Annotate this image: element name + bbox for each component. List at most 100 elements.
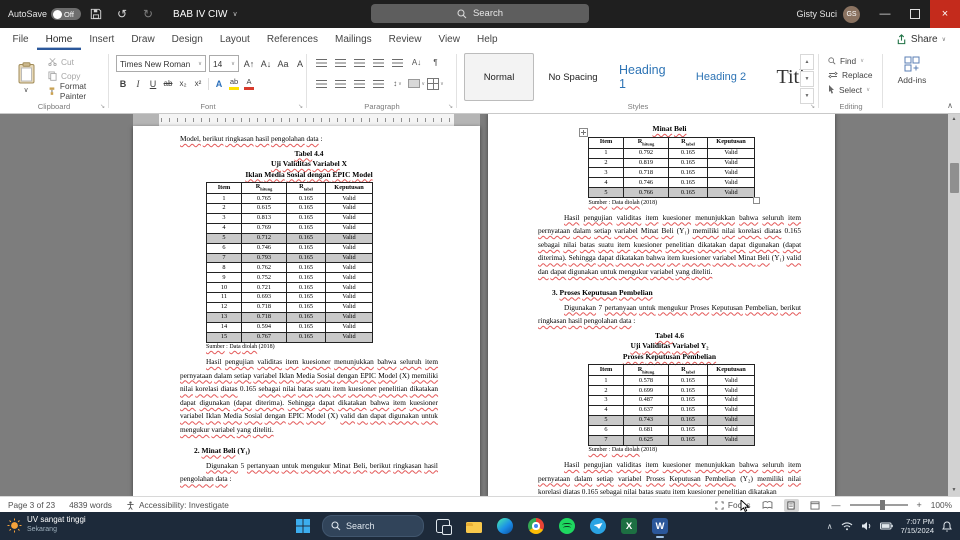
battery-icon[interactable]: [879, 522, 893, 530]
wifi-icon[interactable]: [841, 521, 853, 531]
styles-gallery-up-button[interactable]: ▲: [800, 54, 814, 70]
zoom-slider-thumb[interactable]: [879, 500, 885, 510]
tab-references[interactable]: References: [258, 28, 326, 50]
titlebar-search[interactable]: Search: [371, 4, 589, 23]
page-4[interactable]: Minat Beli Item Rhitung Rtabel Keputusan 1 0.7…: [488, 113, 835, 496]
table-caption[interactable]: Minat Beli: [538, 124, 801, 135]
taskbar-clock[interactable]: 7:07 PM 7/15/2024: [901, 517, 934, 536]
paragraph[interactable]: Hasil pengujian validitas item kuesioner…: [538, 211, 801, 279]
align-right-button[interactable]: [351, 76, 368, 91]
close-button[interactable]: ×: [930, 0, 960, 28]
table-row[interactable]: 8 0.762 0.165 Valid: [206, 262, 373, 274]
zoom-level[interactable]: 100%: [931, 500, 952, 510]
tab-file[interactable]: File: [4, 28, 37, 50]
web-layout-button[interactable]: [808, 499, 823, 512]
table-row[interactable]: 2 0.615 0.165 Valid: [206, 203, 373, 215]
tab-review[interactable]: Review: [380, 28, 430, 50]
taskbar-excel-icon[interactable]: X: [618, 514, 640, 538]
multilevel-list-button[interactable]: [351, 55, 368, 70]
hidden-icons-chevron[interactable]: ∧: [827, 522, 833, 531]
increase-indent-button[interactable]: [389, 55, 406, 70]
font-size-select[interactable]: 14 ∨: [209, 55, 239, 72]
autosave-pill[interactable]: Off: [51, 8, 82, 20]
borders-button[interactable]: ∨: [427, 76, 444, 91]
font-dialog-launcher[interactable]: ↘: [298, 103, 303, 110]
select-button[interactable]: Select ∨: [828, 84, 872, 95]
scroll-up-arrow-icon[interactable]: ▲: [948, 113, 960, 125]
table-row[interactable]: 14 0.594 0.165 Valid: [206, 321, 373, 333]
superscript-button[interactable]: x²: [191, 76, 205, 91]
style-heading-2[interactable]: Heading 2: [686, 53, 756, 101]
table-move-handle[interactable]: [579, 127, 588, 137]
taskbar-spotify-icon[interactable]: [556, 514, 578, 538]
notifications-bell-icon[interactable]: [942, 520, 952, 532]
tab-draw[interactable]: Draw: [123, 28, 163, 50]
widgets-button[interactable]: UV sangat tinggi Sekarang: [7, 515, 86, 535]
maximize-button[interactable]: [900, 0, 930, 28]
read-mode-button[interactable]: [760, 499, 775, 512]
taskbar-telegram-icon[interactable]: [587, 514, 609, 538]
style-no-spacing[interactable]: No Spacing: [538, 53, 608, 101]
taskbar-chrome-icon[interactable]: [525, 514, 547, 538]
find-button[interactable]: Find ∨: [828, 55, 872, 66]
taskbar-search[interactable]: Search: [322, 515, 424, 537]
accessibility-status[interactable]: Accessibility: Investigate: [126, 500, 229, 510]
align-center-button[interactable]: [332, 76, 349, 91]
tab-insert[interactable]: Insert: [81, 28, 123, 50]
taskbar-file-explorer-icon[interactable]: [463, 514, 485, 538]
strikethrough-button[interactable]: ab: [161, 76, 175, 91]
section-heading[interactable]: 2. Minat Beli (Y₁): [194, 445, 438, 456]
print-layout-button[interactable]: [783, 498, 799, 512]
save-button[interactable]: [85, 2, 107, 26]
font-family-select[interactable]: Times New Roman ∨: [116, 55, 206, 72]
validity-table[interactable]: Item Rhitung Rtabel Keputusan 1 0.765 0.165 Val…: [206, 182, 373, 343]
table-row[interactable]: 4 0.637 0.165 Valid: [588, 405, 755, 416]
change-case-button[interactable]: Aa: [276, 56, 290, 71]
table-row[interactable]: 9 0.752 0.165 Valid: [206, 272, 373, 284]
table-row[interactable]: 1 0.578 0.165 Valid: [588, 375, 755, 387]
highlight-button[interactable]: ab: [227, 76, 241, 91]
table-row[interactable]: 13 0.718 0.165 Valid: [206, 311, 373, 323]
table-row[interactable]: 2 0.819 0.165 Valid: [588, 157, 755, 169]
validity-table[interactable]: Item Rhitung Rtabel Keputusan 1 0.578 0.165 Val…: [588, 364, 755, 446]
tab-layout[interactable]: Layout: [211, 28, 258, 50]
clear-formatting-button[interactable]: A: [293, 56, 307, 71]
font-color-button[interactable]: A: [242, 76, 256, 91]
share-button[interactable]: Share ∨: [890, 31, 952, 47]
minimize-button[interactable]: —: [870, 0, 900, 28]
table-row[interactable]: 6 0.746 0.165 Valid: [206, 242, 373, 254]
table-row[interactable]: 1 0.765 0.165 Valid: [206, 193, 373, 205]
table-row[interactable]: 5 0.766 0.165 Valid: [588, 187, 755, 199]
table-row[interactable]: 4 0.769 0.165 Valid: [206, 222, 373, 234]
shrink-font-button[interactable]: A↓: [259, 56, 273, 71]
scrollbar-thumb[interactable]: [949, 163, 959, 193]
justify-button[interactable]: [370, 76, 387, 91]
table-resize-handle[interactable]: [753, 197, 760, 205]
scroll-down-arrow-icon[interactable]: ▼: [948, 484, 960, 496]
table-caption[interactable]: Tabel 4.6 Uji Validitas Variabel Y₂ Proses…: [538, 331, 801, 363]
paragraph[interactable]: Hasil pengujian validitas item kuesioner…: [180, 355, 438, 437]
table-caption[interactable]: Tabel 4.4 Uji Validitas Variabel X Iklan M…: [180, 149, 438, 181]
taskbar-task-view-icon[interactable]: [432, 514, 454, 538]
style-heading-1[interactable]: Heading 1: [612, 53, 682, 101]
autosave-toggle[interactable]: AutoSave Off: [8, 8, 82, 20]
show-formatting-marks-button[interactable]: ¶: [427, 55, 444, 70]
replace-button[interactable]: Replace: [828, 70, 872, 81]
table-row[interactable]: 3 0.813 0.165 Valid: [206, 213, 373, 224]
volume-icon[interactable]: [861, 521, 872, 531]
table-row[interactable]: 4 0.746 0.165 Valid: [588, 177, 755, 189]
section-heading[interactable]: 3. Proses Keputusan Pembelian: [552, 287, 801, 298]
tab-design[interactable]: Design: [163, 28, 211, 50]
paragraph[interactable]: Model, berikut ringkasan hasil pengolaha…: [180, 132, 438, 146]
undo-button[interactable]: ↺: [111, 2, 133, 26]
table-row[interactable]: 3 0.718 0.165 Valid: [588, 167, 755, 179]
avatar[interactable]: GS: [843, 5, 860, 23]
grow-font-button[interactable]: A↑: [242, 56, 256, 71]
taskbar-word-icon[interactable]: W: [649, 514, 671, 538]
table-row[interactable]: 15 0.767 0.165 Valid: [206, 331, 373, 343]
bold-button[interactable]: B: [116, 76, 130, 91]
paragraph-dialog-launcher[interactable]: ↘: [448, 103, 453, 110]
underline-button[interactable]: U: [146, 76, 160, 91]
vertical-scrollbar[interactable]: ▲ ▼: [948, 113, 960, 496]
table-row[interactable]: 11 0.693 0.165 Valid: [206, 292, 373, 304]
